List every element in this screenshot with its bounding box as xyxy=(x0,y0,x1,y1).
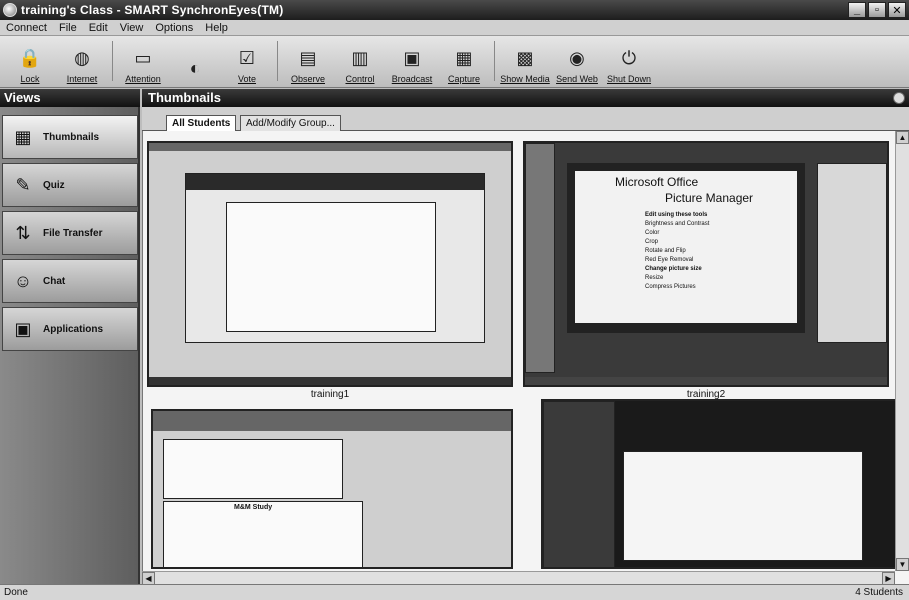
file-transfer-icon: ⇅ xyxy=(15,222,31,243)
thumb-toolbar xyxy=(149,143,511,151)
vote-icon: ☑ xyxy=(238,47,256,68)
views-header: Views xyxy=(0,89,140,107)
web-icon: ◉ xyxy=(569,47,585,68)
slide-subtitle: Picture Manager xyxy=(665,191,754,205)
thumbnail-name-1: training1 xyxy=(310,389,350,400)
toolbar: 🔒 Lock ◍ Internet ▭ Attention ◐ ☑ Vote ▤… xyxy=(0,36,909,88)
quiz-icon: ✎ xyxy=(15,174,31,195)
applications-icon: ▣ xyxy=(14,318,32,339)
scroll-up-icon[interactable]: ▲ xyxy=(896,131,909,144)
attention-icon: ▭ xyxy=(134,47,152,68)
thumbnails-area: training1 Microsoft Office Picture Manag… xyxy=(142,131,909,584)
sidebar-item-chat[interactable]: ☺ Chat xyxy=(2,259,138,303)
student-thumbnail-3[interactable]: M&M Study xyxy=(151,409,513,569)
sidebar-item-applications[interactable]: ▣ Applications xyxy=(2,307,138,351)
scroll-down-icon[interactable]: ▼ xyxy=(896,558,909,571)
student-thumbnail-2[interactable]: Microsoft Office Picture Manager Edit us… xyxy=(523,141,889,387)
globe-icon: ◍ xyxy=(74,47,90,68)
slide-menu: Edit using these tools Brightness and Co… xyxy=(645,212,710,290)
panel-close-icon[interactable] xyxy=(893,92,905,104)
app-icon xyxy=(3,3,17,17)
shut-down-button[interactable]: ⏻ Shut Down xyxy=(603,37,655,87)
toolbar-divider xyxy=(112,41,113,81)
thumbnails-icon: ▦ xyxy=(14,126,32,147)
internet-button[interactable]: ◍ Internet xyxy=(56,37,108,87)
capture-icon: ▦ xyxy=(455,47,473,68)
send-web-button[interactable]: ◉ Send Web xyxy=(551,37,603,87)
tab-all-students[interactable]: All Students xyxy=(166,115,237,131)
maximize-button[interactable]: ▫ xyxy=(868,2,886,18)
lock-button[interactable]: 🔒 Lock xyxy=(4,37,56,87)
menu-bar: Connect File Edit View Options Help xyxy=(0,20,909,36)
sidebar-item-file-transfer[interactable]: ⇅ File Transfer xyxy=(2,211,138,255)
broadcast-icon: ▣ xyxy=(403,47,421,68)
control-screen-button[interactable]: ▥ Control xyxy=(334,37,386,87)
minimize-button[interactable]: _ xyxy=(848,2,866,18)
control-screen-icon: ▥ xyxy=(351,47,369,68)
menu-options[interactable]: Options xyxy=(155,22,193,34)
thumb-taskbar xyxy=(149,377,511,385)
close-button[interactable]: ✕ xyxy=(888,2,906,18)
tab-add-modify-group[interactable]: Add/Modify Group... xyxy=(240,115,341,131)
status-bar: Done 4 Students xyxy=(0,584,909,600)
observe-button[interactable]: ▤ Observe xyxy=(282,37,334,87)
attention-button[interactable]: ▭ Attention xyxy=(117,37,169,87)
sidebar: ▦ Thumbnails ✎ Quiz ⇅ File Transfer ☺ Ch… xyxy=(0,107,140,584)
menu-connect[interactable]: Connect xyxy=(6,22,47,34)
menu-help[interactable]: Help xyxy=(205,22,228,34)
student-count: 4 Students xyxy=(855,587,903,598)
horizontal-scrollbar[interactable]: ◀ ▶ xyxy=(142,571,895,585)
control-button[interactable]: ◐ xyxy=(169,37,221,87)
sidebar-item-thumbnails[interactable]: ▦ Thumbnails xyxy=(2,115,138,159)
menu-edit[interactable]: Edit xyxy=(89,22,108,34)
window-title: training's Class - SMART SynchronEyes(TM… xyxy=(21,3,284,17)
menu-view[interactable]: View xyxy=(120,22,144,34)
chat-icon: ☺ xyxy=(13,270,33,291)
toolbar-divider xyxy=(494,41,495,81)
vertical-scrollbar[interactable]: ▲ ▼ xyxy=(895,131,909,571)
group-tabs: All Students Add/Modify Group... xyxy=(142,107,909,131)
power-icon: ⏻ xyxy=(621,47,637,68)
slide-title: Microsoft Office xyxy=(615,175,699,189)
sidebar-item-quiz[interactable]: ✎ Quiz xyxy=(2,163,138,207)
panel-header: Thumbnails xyxy=(142,89,909,107)
student-thumbnail-4[interactable] xyxy=(541,399,901,569)
panel-title: Thumbnails xyxy=(148,90,221,105)
menu-file[interactable]: File xyxy=(59,22,77,34)
show-media-button[interactable]: ▩ Show Media xyxy=(499,37,551,87)
vote-button[interactable]: ☑ Vote xyxy=(221,37,273,87)
control-icon: ◐ xyxy=(189,57,201,78)
media-icon: ▩ xyxy=(516,47,534,68)
title-bar: training's Class - SMART SynchronEyes(TM… xyxy=(0,0,909,20)
thumb-window xyxy=(185,173,485,343)
lock-icon: 🔒 xyxy=(18,47,42,68)
thumb-slide: Microsoft Office Picture Manager Edit us… xyxy=(567,163,805,333)
capture-button[interactable]: ▦ Capture xyxy=(438,37,490,87)
status-text: Done xyxy=(4,587,28,598)
toolbar-divider xyxy=(277,41,278,81)
window-controls: _ ▫ ✕ xyxy=(848,2,906,18)
student-thumbnail-1[interactable] xyxy=(147,141,513,387)
chart-title: M&M Study xyxy=(234,504,273,511)
observe-icon: ▤ xyxy=(299,47,317,68)
broadcast-button[interactable]: ▣ Broadcast xyxy=(386,37,438,87)
